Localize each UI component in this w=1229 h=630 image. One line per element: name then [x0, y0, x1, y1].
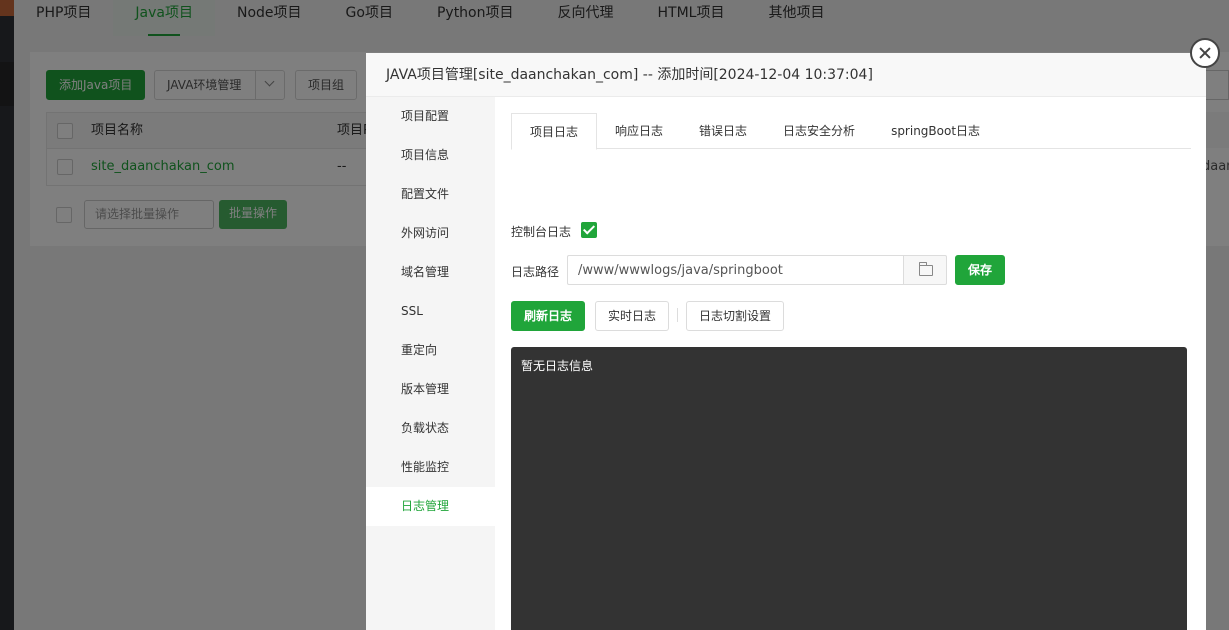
side-item-redirect[interactable]: 重定向	[366, 331, 495, 370]
close-icon[interactable]	[1190, 38, 1220, 68]
log-output[interactable]: 暂无日志信息	[511, 347, 1187, 630]
refresh-log-button[interactable]: 刷新日志	[511, 301, 586, 331]
side-item-external-access[interactable]: 外网访问	[366, 214, 495, 253]
folder-icon	[918, 262, 933, 276]
side-item-load-status[interactable]: 负载状态	[366, 409, 495, 448]
log-tabs: 项目日志 响应日志 错误日志 日志安全分析 springBoot日志	[511, 113, 1191, 150]
side-item-project-info[interactable]: 项目信息	[366, 136, 495, 175]
tab-error-log[interactable]: 错误日志	[681, 113, 765, 149]
side-item-performance[interactable]: 性能监控	[366, 448, 495, 487]
modal-content: 项目日志 响应日志 错误日志 日志安全分析 springBoot日志 控制台日志…	[511, 97, 1191, 630]
tab-response-log[interactable]: 响应日志	[597, 113, 681, 149]
side-item-project-config[interactable]: 项目配置	[366, 97, 495, 136]
side-item-version[interactable]: 版本管理	[366, 370, 495, 409]
tab-log-security[interactable]: 日志安全分析	[765, 113, 873, 149]
side-item-ssl[interactable]: SSL	[366, 292, 495, 331]
log-empty-message: 暂无日志信息	[521, 359, 594, 373]
tab-springboot-log[interactable]: springBoot日志	[873, 113, 998, 149]
side-item-domain[interactable]: 域名管理	[366, 253, 495, 292]
modal-side-nav: 项目配置 项目信息 配置文件 外网访问 域名管理 SSL 重定向 版本管理 负载…	[366, 97, 495, 630]
log-path-input[interactable]	[567, 255, 904, 285]
realtime-log-button[interactable]: 实时日志	[595, 301, 670, 331]
java-project-modal: JAVA项目管理[site_daanchakan_com] -- 添加时间[20…	[366, 53, 1206, 630]
log-split-settings-button[interactable]: 日志切割设置	[686, 301, 785, 331]
console-log-checkbox[interactable]	[581, 222, 597, 238]
tab-project-log[interactable]: 项目日志	[511, 113, 598, 150]
side-item-log-management[interactable]: 日志管理	[366, 487, 495, 526]
button-divider	[677, 308, 678, 322]
save-button[interactable]: 保存	[955, 255, 1006, 285]
log-path-label: 日志路径	[511, 265, 560, 279]
console-log-label: 控制台日志	[511, 225, 572, 239]
side-item-config-file[interactable]: 配置文件	[366, 175, 495, 214]
folder-picker-button[interactable]	[903, 255, 947, 285]
modal-title: JAVA项目管理[site_daanchakan_com] -- 添加时间[20…	[366, 53, 1206, 97]
